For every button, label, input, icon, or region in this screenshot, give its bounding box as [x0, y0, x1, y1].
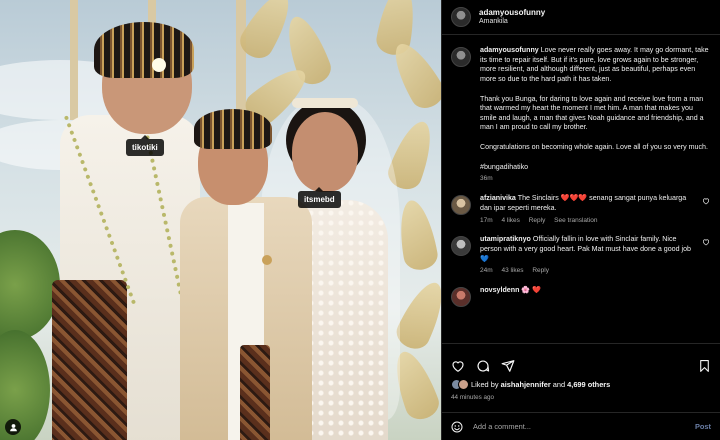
comment-icon[interactable]	[476, 359, 490, 373]
comments-scroll-area[interactable]: adamyousofunny Love never really goes aw…	[442, 36, 720, 343]
post-comment-button[interactable]: Post	[695, 422, 711, 431]
comment-time: 24m	[480, 267, 493, 275]
comment-username[interactable]: novsyldenn	[480, 286, 519, 294]
post-details-panel: adamyousofunny Amankila adamyousofunny L…	[441, 0, 720, 440]
see-translation[interactable]: See translation	[554, 217, 597, 224]
share-icon[interactable]	[501, 359, 515, 373]
comment-like-icon[interactable]	[701, 197, 711, 225]
post-header: adamyousofunny Amankila	[442, 0, 720, 35]
comment-input[interactable]	[473, 422, 695, 431]
bookmark-icon[interactable]	[698, 359, 711, 373]
caption-username[interactable]: adamyousofunny	[480, 46, 539, 54]
comment-text: 🌸 ❤️	[521, 286, 542, 295]
comment: utamipratiknyo Officially fallin in love…	[451, 235, 711, 276]
caption-paragraph: Thank you Bunga, for daring to love agai…	[480, 94, 704, 132]
comment: afzianivika The Sinclairs ❤️❤️❤️ senang …	[451, 194, 711, 225]
author-avatar[interactable]	[451, 47, 471, 67]
author-avatar[interactable]	[451, 7, 471, 27]
emoji-icon[interactable]	[451, 421, 463, 433]
likes-count[interactable]: 4,699 others	[567, 380, 610, 389]
comment-username[interactable]: afzianivika	[480, 194, 516, 202]
comment-reply[interactable]: Reply	[532, 267, 549, 274]
heart-icon[interactable]	[451, 359, 465, 373]
comment: novsyldenn 🌸 ❤️	[451, 286, 711, 308]
photo-user-tag[interactable]: itsmebd	[298, 187, 341, 208]
post-timestamp: 44 minutes ago	[451, 394, 495, 401]
post-actions: Liked by aishahjennifer and 4,699 others…	[442, 343, 720, 440]
comment-likes[interactable]: 43 likes	[501, 267, 523, 274]
comment-username[interactable]: utamipratiknyo	[480, 235, 531, 243]
boy-figure	[170, 105, 320, 440]
comment-reply[interactable]: Reply	[529, 217, 546, 224]
comment-likes[interactable]: 4 likes	[501, 217, 519, 224]
author-username[interactable]: adamyousofunny	[479, 8, 545, 17]
post-photo[interactable]: tikotiki itsmebd	[0, 0, 441, 440]
palm-leaf	[394, 197, 440, 273]
liked-by-prefix: Liked by	[471, 380, 501, 389]
caption-time: 36m	[480, 175, 493, 183]
caption-hashtag[interactable]: #bungadihatiko	[480, 163, 711, 173]
caption: adamyousofunny Love never really goes aw…	[451, 46, 711, 184]
liker-avatars	[451, 379, 469, 390]
post-location[interactable]: Amankila	[479, 18, 545, 26]
user-tag-icon[interactable]	[5, 419, 21, 435]
add-comment-bar: Post	[442, 412, 720, 440]
commenter-avatar[interactable]	[451, 287, 471, 308]
caption-paragraph: Congratulations on becoming whole again.…	[480, 143, 708, 152]
comment-time: 17m	[480, 216, 493, 224]
comment-like-icon[interactable]	[701, 238, 711, 276]
instagram-post-modal: tikotiki itsmebd adamyousofunny Amankila…	[0, 0, 720, 440]
liked-by-user[interactable]: aishahjennifer	[501, 380, 551, 389]
commenter-avatar[interactable]	[451, 195, 471, 216]
photo-user-tag[interactable]: tikotiki	[126, 135, 164, 156]
liked-by-and: and	[550, 380, 568, 389]
commenter-avatar[interactable]	[451, 236, 471, 257]
likes-summary[interactable]: Liked by aishahjennifer and 4,699 others	[442, 376, 720, 390]
